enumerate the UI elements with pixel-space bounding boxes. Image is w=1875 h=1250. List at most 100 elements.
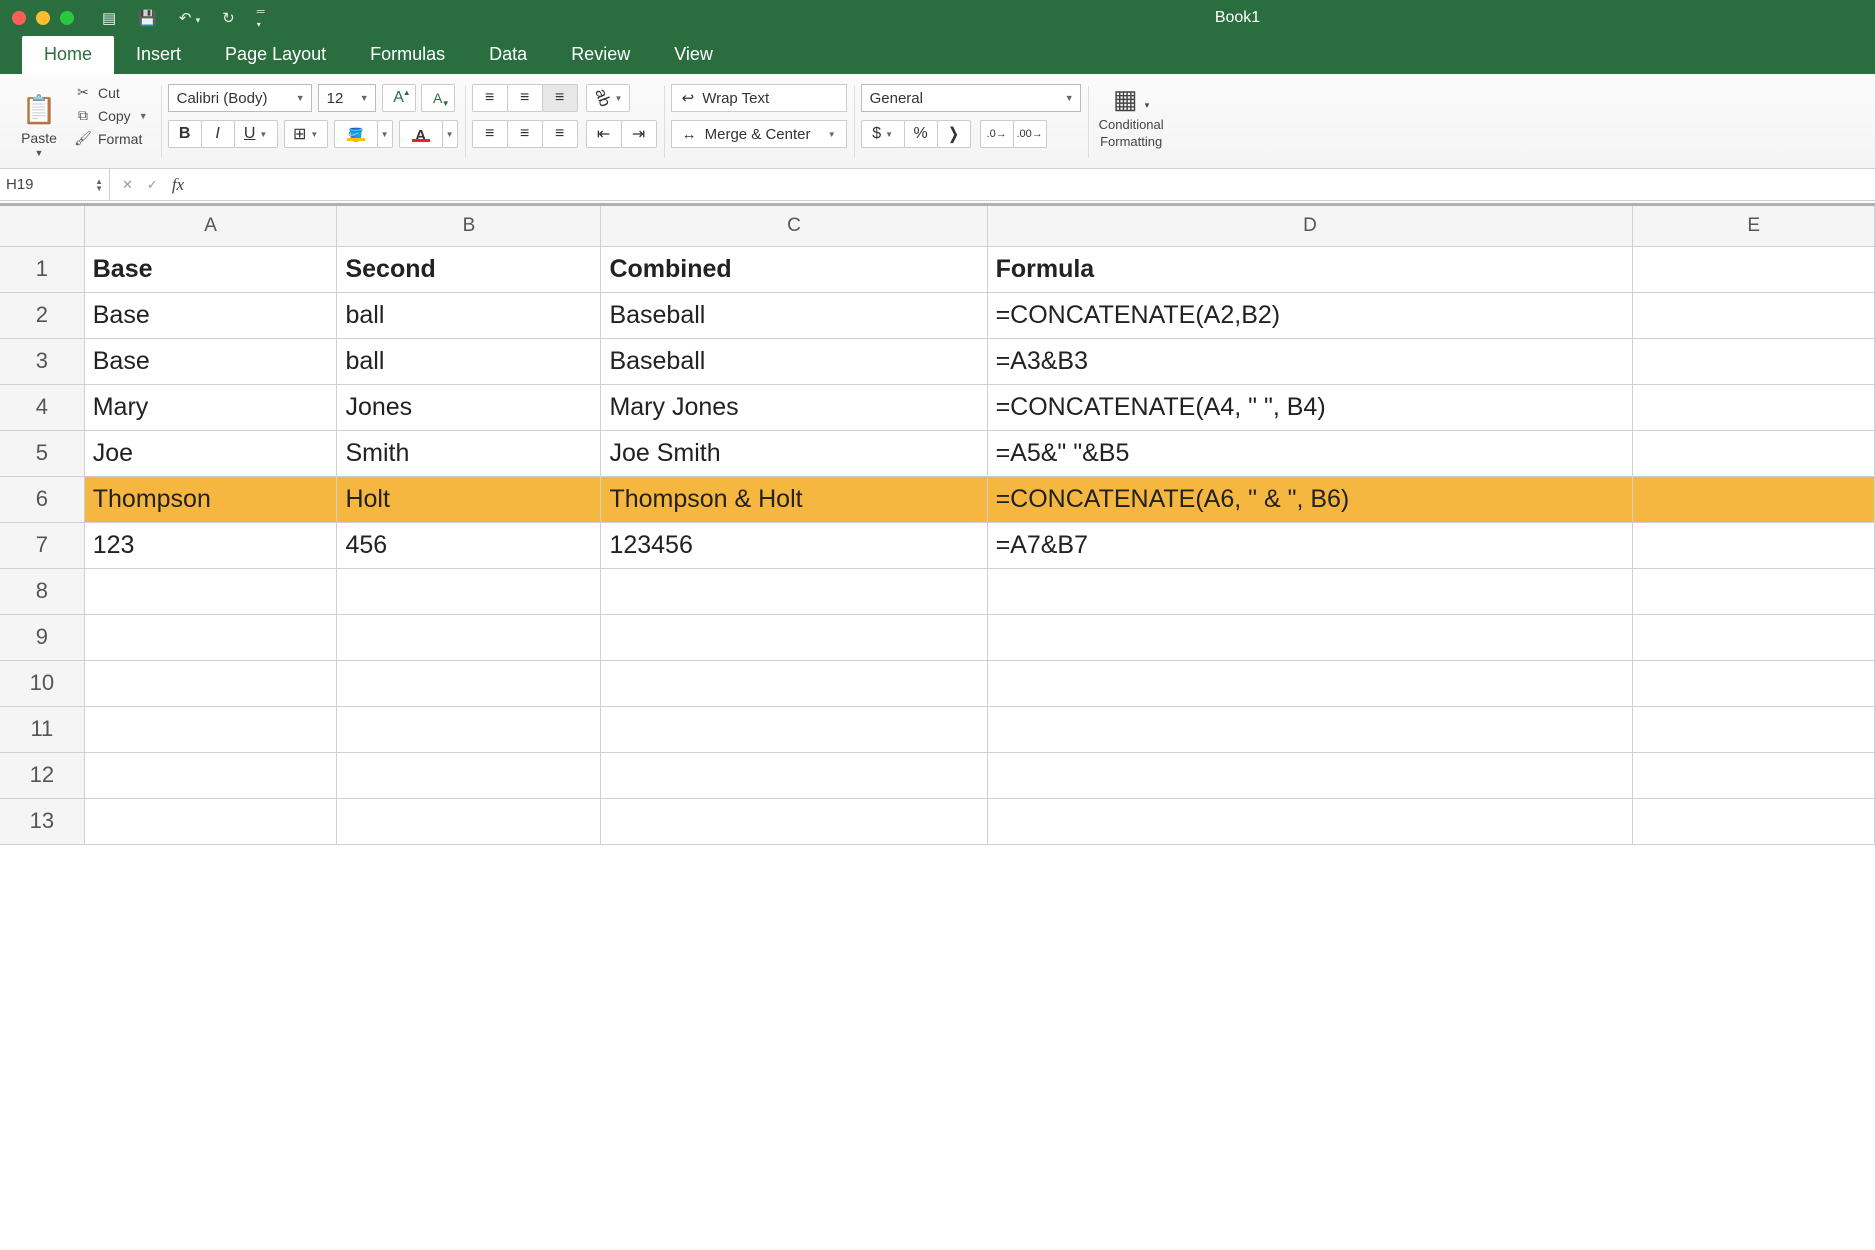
cell[interactable]: =CONCATENATE(A6, " & ", B6) — [987, 476, 1633, 522]
accept-formula-icon[interactable]: ✓ — [147, 177, 158, 193]
font-name-dropdown[interactable]: Calibri (Body)▼ — [168, 84, 312, 112]
cut-button[interactable]: ✂Cut — [74, 84, 148, 101]
fx-icon[interactable]: fx — [172, 175, 184, 195]
row-header[interactable]: 11 — [0, 706, 84, 752]
align-bottom-button[interactable]: ≡ — [542, 84, 578, 112]
borders-button[interactable]: ⊞▼ — [284, 120, 328, 148]
tab-view[interactable]: View — [652, 35, 735, 74]
font-color-button[interactable]: A — [399, 120, 443, 148]
cell[interactable] — [601, 752, 987, 798]
row-header[interactable]: 1 — [0, 246, 84, 292]
cell[interactable]: =A3&B3 — [987, 338, 1633, 384]
row-header[interactable]: 3 — [0, 338, 84, 384]
paste-button[interactable]: 📋 Paste ▼ — [10, 80, 68, 164]
notebook-icon[interactable]: ▤ — [102, 9, 116, 27]
tab-insert[interactable]: Insert — [114, 35, 203, 74]
cell[interactable] — [84, 568, 337, 614]
cell[interactable] — [1633, 752, 1875, 798]
col-header-B[interactable]: B — [337, 206, 601, 246]
tab-page-layout[interactable]: Page Layout — [203, 35, 348, 74]
cell[interactable]: Formula — [987, 246, 1633, 292]
cell[interactable] — [1633, 292, 1875, 338]
cell[interactable] — [987, 614, 1633, 660]
cell[interactable] — [1633, 568, 1875, 614]
cancel-formula-icon[interactable]: ✕ — [122, 177, 133, 193]
bold-button[interactable]: B — [168, 120, 202, 148]
cell[interactable]: Thompson — [84, 476, 337, 522]
cell[interactable] — [1633, 430, 1875, 476]
comma-format-button[interactable]: ❭ — [937, 120, 971, 148]
orientation-button[interactable]: ab▼ — [586, 84, 630, 112]
cell[interactable] — [987, 706, 1633, 752]
accounting-format-button[interactable]: $▼ — [861, 120, 905, 148]
cell[interactable]: Joe — [84, 430, 337, 476]
cell[interactable] — [1633, 338, 1875, 384]
cell[interactable] — [84, 614, 337, 660]
fill-color-dropdown[interactable]: ▼ — [377, 120, 393, 148]
col-header-C[interactable]: C — [601, 206, 987, 246]
cell[interactable] — [1633, 246, 1875, 292]
formula-input[interactable] — [196, 169, 1875, 200]
cell[interactable]: Holt — [337, 476, 601, 522]
name-box-spinner[interactable]: ▲▼ — [95, 178, 103, 192]
cell[interactable] — [84, 706, 337, 752]
customize-qa-icon[interactable]: ═▾ — [257, 6, 265, 30]
cell[interactable] — [601, 568, 987, 614]
cell[interactable]: =CONCATENATE(A4, " ", B4) — [987, 384, 1633, 430]
cell[interactable]: Mary — [84, 384, 337, 430]
row-header[interactable]: 7 — [0, 522, 84, 568]
tab-data[interactable]: Data — [467, 35, 549, 74]
fill-color-button[interactable]: 🪣 — [334, 120, 378, 148]
cell[interactable] — [987, 660, 1633, 706]
cell[interactable]: Jones — [337, 384, 601, 430]
align-left-button[interactable]: ≡ — [472, 120, 508, 148]
cell[interactable] — [84, 752, 337, 798]
cell[interactable]: 123456 — [601, 522, 987, 568]
row-header[interactable]: 4 — [0, 384, 84, 430]
cell[interactable]: Joe Smith — [601, 430, 987, 476]
undo-icon[interactable]: ↶ ▾ — [179, 9, 200, 27]
align-right-button[interactable]: ≡ — [542, 120, 578, 148]
row-header[interactable]: 9 — [0, 614, 84, 660]
align-center-button[interactable]: ≡ — [507, 120, 543, 148]
decrease-indent-button[interactable]: ⇤ — [586, 120, 622, 148]
increase-font-size-button[interactable]: A▲ — [382, 84, 416, 112]
cell[interactable] — [1633, 522, 1875, 568]
percent-format-button[interactable]: % — [904, 120, 938, 148]
copy-dropdown-icon[interactable]: ▼ — [139, 111, 148, 121]
row-header[interactable]: 2 — [0, 292, 84, 338]
minimize-window-button[interactable] — [36, 11, 50, 25]
cell[interactable]: =A7&B7 — [987, 522, 1633, 568]
align-top-button[interactable]: ≡ — [472, 84, 508, 112]
wrap-text-button[interactable]: ↩Wrap Text — [671, 84, 847, 112]
cell[interactable] — [987, 752, 1633, 798]
cell[interactable]: Mary Jones — [601, 384, 987, 430]
cell[interactable]: Baseball — [601, 338, 987, 384]
cell[interactable]: Second — [337, 246, 601, 292]
cell[interactable] — [337, 798, 601, 844]
cell[interactable] — [1633, 706, 1875, 752]
cell[interactable]: Base — [84, 338, 337, 384]
increase-decimal-button[interactable]: .0→ — [980, 120, 1014, 148]
name-box[interactable]: H19 ▲▼ — [0, 169, 110, 200]
tab-home[interactable]: Home — [22, 35, 114, 74]
decrease-font-size-button[interactable]: A▼ — [421, 84, 455, 112]
cell[interactable] — [1633, 798, 1875, 844]
row-header[interactable]: 8 — [0, 568, 84, 614]
row-header[interactable]: 12 — [0, 752, 84, 798]
cell[interactable] — [337, 614, 601, 660]
conditional-formatting-button[interactable]: ▦ ▾ Conditional Formatting — [1095, 80, 1172, 164]
italic-button[interactable]: I — [201, 120, 235, 148]
cell[interactable]: Baseball — [601, 292, 987, 338]
cell[interactable] — [1633, 614, 1875, 660]
cell[interactable] — [84, 798, 337, 844]
col-header-A[interactable]: A — [84, 206, 337, 246]
align-middle-button[interactable]: ≡ — [507, 84, 543, 112]
cell[interactable]: =A5&" "&B5 — [987, 430, 1633, 476]
font-color-dropdown[interactable]: ▼ — [442, 120, 458, 148]
cell[interactable]: ball — [337, 292, 601, 338]
save-icon[interactable]: 💾 — [138, 9, 157, 27]
cell[interactable] — [1633, 660, 1875, 706]
copy-button[interactable]: ⧉Copy▼ — [74, 107, 148, 124]
number-format-dropdown[interactable]: General▼ — [861, 84, 1081, 112]
